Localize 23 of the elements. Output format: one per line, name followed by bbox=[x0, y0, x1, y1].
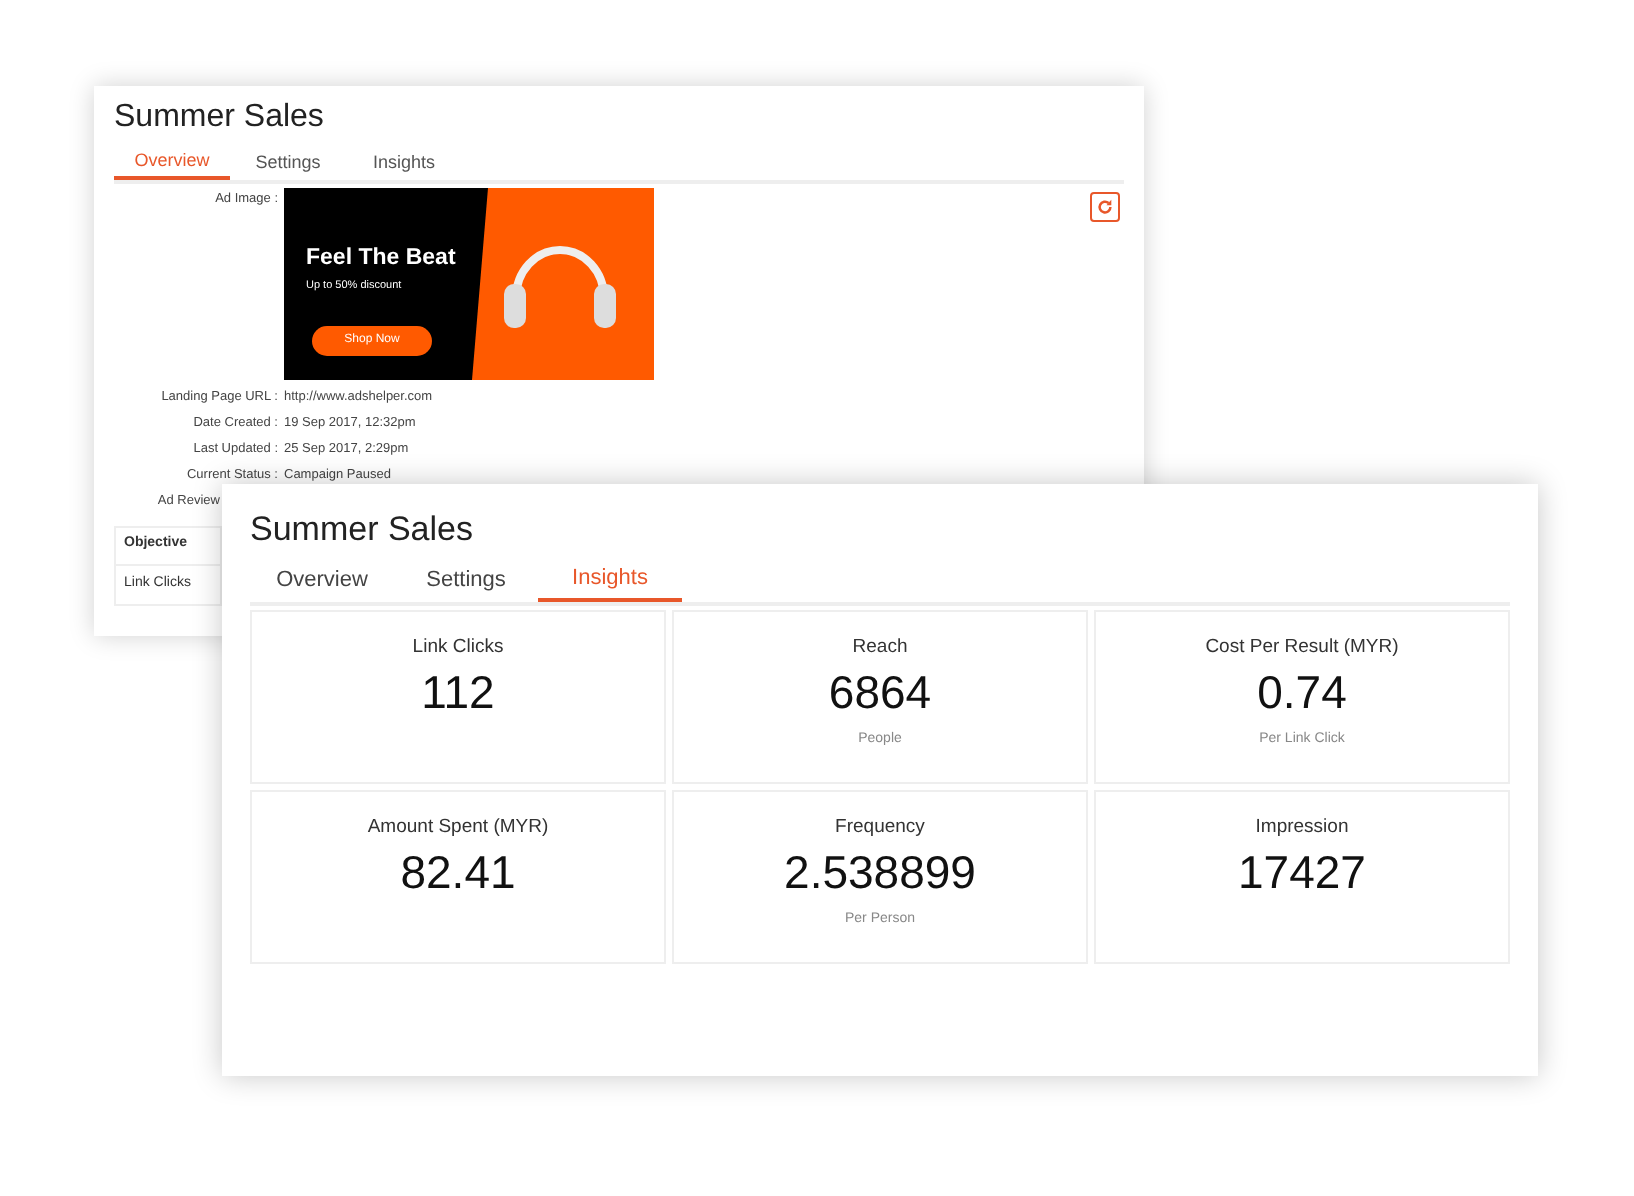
refresh-icon bbox=[1096, 198, 1114, 216]
metric-label: Cost Per Result (MYR) bbox=[1205, 636, 1399, 660]
metric-value: 6864 bbox=[828, 664, 932, 722]
metric-value: 82.41 bbox=[400, 844, 516, 902]
metric-value: 0.74 bbox=[1257, 664, 1347, 722]
ad-headline: Feel The Beat bbox=[306, 244, 456, 274]
metric-label: Frequency bbox=[835, 816, 925, 840]
metric-label: Impression bbox=[1255, 816, 1349, 840]
refresh-button[interactable] bbox=[1090, 192, 1120, 222]
tab[interactable]: Settings bbox=[230, 146, 346, 180]
tab[interactable]: Overview bbox=[250, 560, 394, 602]
tab[interactable]: Settings bbox=[394, 560, 538, 602]
metric-value: 112 bbox=[421, 664, 495, 722]
tab[interactable]: Insights bbox=[538, 560, 682, 602]
tab[interactable]: Insights bbox=[346, 146, 462, 180]
metric-value: 17427 bbox=[1238, 844, 1366, 902]
metric-label: Amount Spent (MYR) bbox=[367, 816, 549, 840]
metric-value: 2.538899 bbox=[784, 844, 976, 902]
metric-label: Reach bbox=[852, 636, 908, 660]
tab[interactable]: Overview bbox=[114, 146, 230, 180]
window-title: Summer Sales bbox=[250, 508, 475, 552]
metric-label: Link Clicks bbox=[412, 636, 504, 660]
window-title: Summer Sales bbox=[114, 98, 326, 138]
